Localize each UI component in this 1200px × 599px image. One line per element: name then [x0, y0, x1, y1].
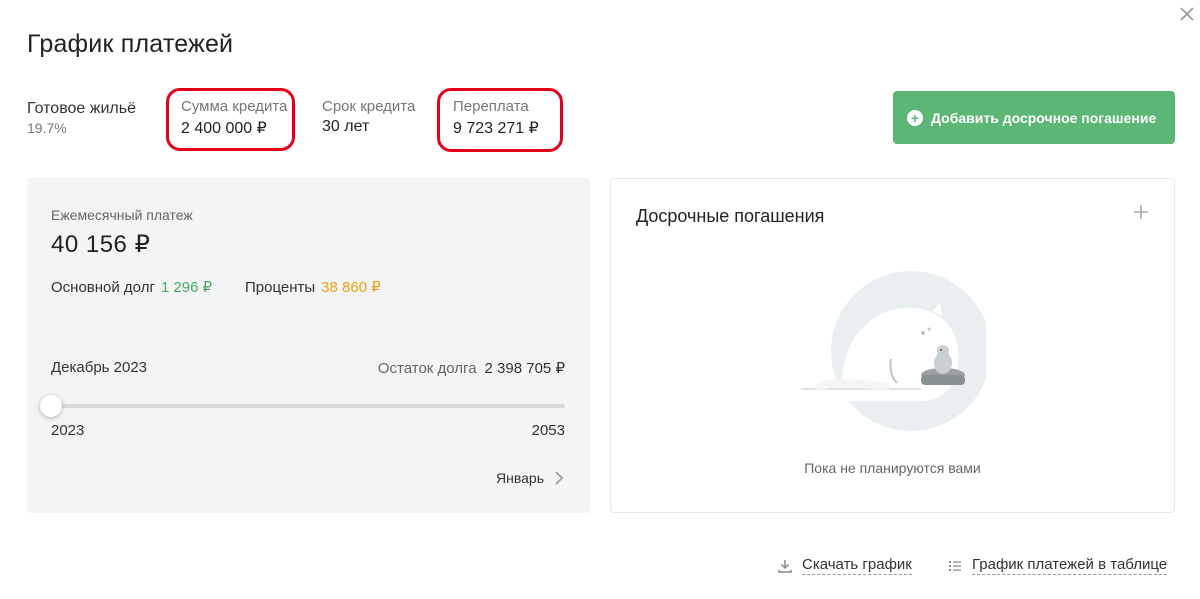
early-repayments-title: Досрочные погашения	[636, 206, 825, 226]
remaining-debt-value: 2 398 705 ₽	[484, 360, 565, 377]
add-early-repayment-button[interactable]: + Добавить досрочное погашение	[893, 91, 1175, 144]
principal-label: Основной долг	[51, 279, 155, 296]
loan-term-value: 30 лет	[322, 118, 370, 135]
timeline-slider-thumb[interactable]	[40, 395, 62, 417]
monthly-payment-panel: Ежемесячный платеж 40 156 ₽ Основной дол…	[27, 178, 590, 513]
timeline-slider-track[interactable]	[51, 404, 565, 408]
next-month-button[interactable]: Январь	[496, 470, 564, 486]
empty-state-text: Пока не планируются вами	[804, 460, 981, 476]
schedule-table-label: График платежей в таблице	[972, 556, 1168, 575]
close-icon[interactable]	[1178, 5, 1196, 23]
remaining-debt-label: Остаток долга	[377, 360, 477, 377]
monthly-payment-value: 40 156 ₽	[51, 231, 151, 258]
list-icon	[949, 560, 961, 571]
principal-value: 1 296 ₽	[160, 279, 213, 296]
loan-amount-highlight	[166, 88, 295, 151]
timeline-end-year: 2053	[531, 422, 565, 439]
monthly-payment-label: Ежемесячный платеж	[51, 207, 193, 223]
interest-value: 38 860 ₽	[321, 279, 381, 296]
program-rate: 19.7%	[27, 120, 67, 136]
program-label: Готовое жильё	[27, 100, 136, 117]
plus-circle-icon: +	[907, 109, 923, 126]
loan-term: Срок кредита 30 лет	[322, 98, 415, 136]
overpayment-highlight	[437, 88, 563, 152]
cat-illustration	[801, 271, 986, 431]
loan-term-label: Срок кредита	[322, 98, 416, 115]
principal-row: Основной долг 1 296 ₽	[51, 278, 212, 296]
chevron-right-icon	[555, 471, 564, 485]
page-title: График платежей	[27, 30, 234, 58]
timeline-start-year: 2023	[51, 422, 85, 439]
interest-row: Проценты 38 860 ₽	[245, 278, 381, 296]
loan-program: Готовое жильё 19.7%	[27, 100, 136, 136]
early-repayments-panel: Досрочные погашения Пока не планируются …	[610, 178, 1175, 513]
schedule-table-link[interactable]: График платежей в таблице	[948, 556, 1168, 575]
remaining-debt: Остаток долга 2 398 705 ₽	[378, 359, 565, 377]
add-early-repayment-label: Добавить досрочное погашение	[931, 109, 1157, 126]
next-month-label: Январь	[496, 470, 544, 486]
download-schedule-link[interactable]: Скачать график	[778, 556, 912, 575]
current-month: Декабрь 2023	[51, 359, 148, 376]
interest-label: Проценты	[245, 279, 316, 296]
download-schedule-label: Скачать график	[802, 556, 912, 575]
download-icon	[778, 559, 792, 573]
plus-icon[interactable]	[1133, 204, 1149, 220]
